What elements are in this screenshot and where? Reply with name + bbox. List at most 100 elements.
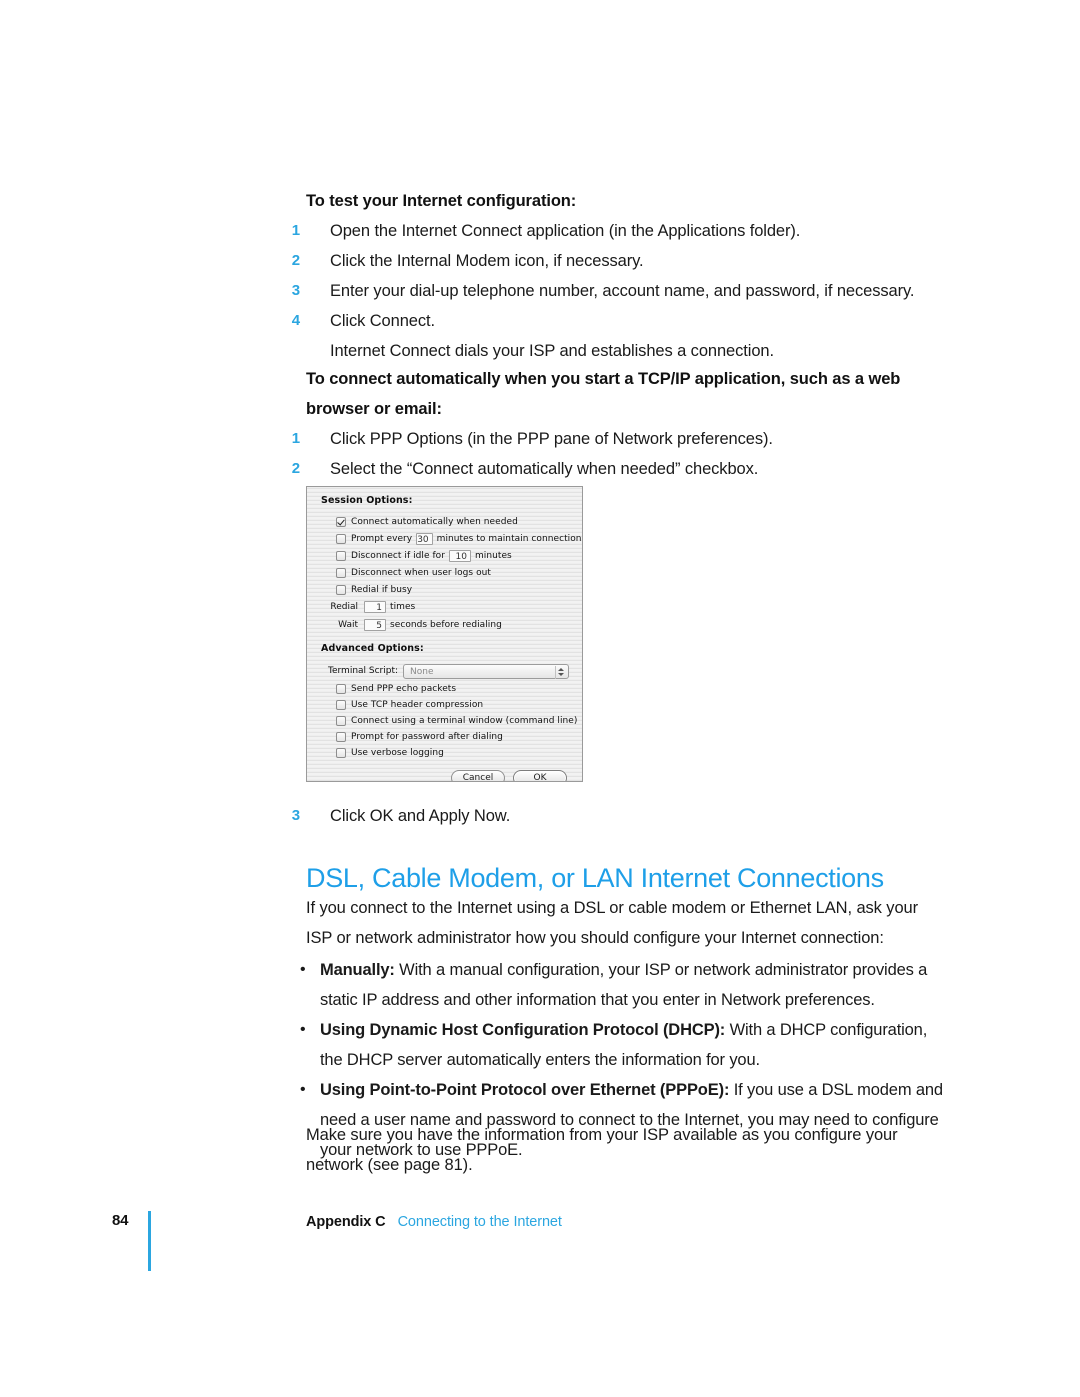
dsl-closing: Make sure you have the information from …: [306, 1120, 946, 1180]
cancel-button[interactable]: Cancel: [451, 770, 505, 781]
step-text: Select the “Connect automatically when n…: [330, 460, 759, 478]
wait-seconds-field[interactable]: 5: [364, 619, 386, 631]
section-auto-connect: To connect automatically when you start …: [292, 364, 946, 484]
bullet-icon: •: [300, 961, 306, 978]
bullet-icon: •: [300, 1021, 306, 1038]
auto-connect-heading: To connect automatically when you start …: [306, 370, 901, 418]
checkbox-label-before: Disconnect if idle for: [351, 550, 445, 561]
ok-button[interactable]: OK: [513, 770, 567, 781]
step-text: Enter your dial-up telephone number, acc…: [330, 282, 915, 300]
checkbox-label-after: minutes: [474, 550, 512, 561]
checkbox-icon[interactable]: [336, 550, 346, 561]
checkbox-icon[interactable]: [336, 584, 346, 595]
checkbox-row-prompt-password[interactable]: Prompt for password after dialing: [336, 729, 575, 745]
step-text: Open the Internet Connect application (i…: [330, 222, 801, 240]
dialog-button-row: Cancel OK: [314, 770, 567, 781]
section-auto-connect-final-step: 3 Click OK and Apply Now.: [292, 801, 946, 831]
checkbox-icon[interactable]: [336, 700, 346, 710]
step-text: Click Connect.: [330, 312, 435, 330]
checkbox-row-send-ppp-echo[interactable]: Send PPP echo packets: [336, 681, 575, 697]
list-item: 3 Enter your dial-up telephone number, a…: [292, 276, 946, 306]
checkbox-row-verbose-logging[interactable]: Use verbose logging: [336, 745, 575, 761]
redial-times-field[interactable]: 1: [364, 601, 386, 613]
list-item: • Using Dynamic Host Configuration Proto…: [300, 1015, 948, 1075]
list-item: 1 Click PPP Options (in the PPP pane of …: [292, 424, 946, 454]
bullet-lead: Using Point-to-Point Protocol over Ether…: [320, 1081, 730, 1099]
dsl-closing-line-1: Make sure you have the information from …: [306, 1126, 898, 1144]
checkbox-icon[interactable]: [336, 716, 346, 726]
checkbox-label: Send PPP echo packets: [351, 684, 457, 694]
checkbox-row-tcp-header-compression[interactable]: Use TCP header compression: [336, 697, 575, 713]
checkbox-row-prompt-every[interactable]: Prompt every 30 minutes to maintain conn…: [336, 530, 581, 547]
step-text: Click PPP Options (in the PPP pane of Ne…: [330, 430, 773, 448]
checkbox-row-connect-automatically[interactable]: Connect automatically when needed: [336, 513, 575, 530]
step-text: Click OK and Apply Now.: [330, 807, 511, 825]
step-number: 4: [291, 312, 300, 329]
checkbox-icon[interactable]: [336, 732, 346, 742]
step-number: 2: [291, 252, 300, 269]
checkbox-label: Redial if busy: [351, 584, 413, 595]
footer-appendix-label: Appendix C: [306, 1214, 386, 1230]
footer-chapter-label: Connecting to the Internet: [397, 1214, 562, 1230]
checkbox-icon[interactable]: [336, 567, 346, 578]
list-item: 3 Click OK and Apply Now.: [292, 801, 946, 831]
wait-seconds-row: Wait 5 seconds before redialing: [314, 616, 575, 634]
terminal-script-row: Terminal Script: None: [328, 661, 575, 681]
document-page: To test your Internet configuration: 1 O…: [0, 0, 1080, 1397]
idle-timeout-field[interactable]: 10: [448, 549, 471, 562]
updown-chevron-icon: [555, 665, 565, 679]
section-dsl: DSL, Cable Modem, or LAN Internet Connec…: [306, 862, 946, 894]
test-config-followup: Internet Connect dials your ISP and esta…: [330, 342, 774, 360]
ppp-options-dialog-screenshot: Session Options: Connect automatically w…: [306, 486, 583, 782]
session-options-title: Session Options:: [321, 495, 413, 506]
checkbox-label-after: minutes to maintain connection: [436, 533, 582, 544]
page-title: DSL, Cable Modem, or LAN Internet Connec…: [306, 863, 884, 893]
checkbox-icon[interactable]: [336, 533, 346, 544]
checkbox-row-terminal-window[interactable]: Connect using a terminal window (command…: [336, 713, 578, 729]
dsl-intro: If you connect to the Internet using a D…: [306, 893, 946, 953]
prompt-interval-field[interactable]: 30: [416, 532, 433, 545]
step-number: 1: [291, 222, 300, 239]
step-number: 3: [291, 807, 300, 824]
step-text: Click the Internal Modem icon, if necess…: [330, 252, 644, 270]
checkbox-label: Connect automatically when needed: [351, 516, 518, 527]
step-number: 1: [291, 430, 300, 447]
advanced-options-title: Advanced Options:: [321, 643, 424, 654]
checkbox-icon[interactable]: [336, 748, 346, 758]
checkbox-row-disconnect-logout[interactable]: Disconnect when user logs out: [336, 564, 575, 581]
footer-rule: [148, 1211, 151, 1271]
checkbox-row-disconnect-idle[interactable]: Disconnect if idle for 10 minutes: [336, 547, 575, 564]
checkbox-label: Connect using a terminal window (command…: [351, 716, 578, 726]
checkbox-label: Prompt for password after dialing: [351, 732, 503, 742]
footer-breadcrumb: Appendix C Connecting to the Internet: [306, 1214, 562, 1230]
checkbox-row-redial-if-busy[interactable]: Redial if busy: [336, 581, 575, 598]
list-item: 4 Click Connect.: [292, 306, 946, 336]
page-number: 84: [112, 1212, 129, 1229]
list-item: 2 Click the Internal Modem icon, if nece…: [292, 246, 946, 276]
section-test-config: To test your Internet configuration: 1 O…: [292, 186, 946, 366]
terminal-script-value: None: [410, 666, 434, 677]
bullet-lead: Manually:: [320, 961, 395, 979]
bullet-icon: •: [300, 1081, 306, 1098]
checkbox-label-before: Prompt every: [351, 533, 413, 544]
dsl-closing-line-2: network (see page 81).: [306, 1156, 473, 1174]
checkbox-checked-icon[interactable]: [336, 516, 346, 527]
checkbox-label: Use TCP header compression: [351, 700, 484, 710]
bullet-text: With a manual configuration, your ISP or…: [320, 961, 928, 1009]
wait-suffix: seconds before redialing: [390, 620, 502, 630]
terminal-script-popup[interactable]: None: [403, 663, 569, 679]
step-number: 3: [291, 282, 300, 299]
list-item: 1 Open the Internet Connect application …: [292, 216, 946, 246]
list-item: 2 Select the “Connect automatically when…: [292, 454, 946, 484]
dsl-intro-line-2: ISP or network administrator how you sho…: [306, 929, 884, 947]
checkbox-label: Use verbose logging: [351, 748, 444, 758]
step-number: 2: [291, 460, 300, 477]
bullet-lead: Using Dynamic Host Configuration Protoco…: [320, 1021, 726, 1039]
redial-caption: Redial: [330, 602, 358, 612]
dsl-intro-line-1: If you connect to the Internet using a D…: [306, 899, 919, 917]
terminal-script-label: Terminal Script:: [328, 666, 399, 676]
redial-times-row: Redial 1 times: [314, 598, 575, 616]
checkbox-icon[interactable]: [336, 684, 346, 694]
wait-caption: Wait: [338, 620, 358, 630]
